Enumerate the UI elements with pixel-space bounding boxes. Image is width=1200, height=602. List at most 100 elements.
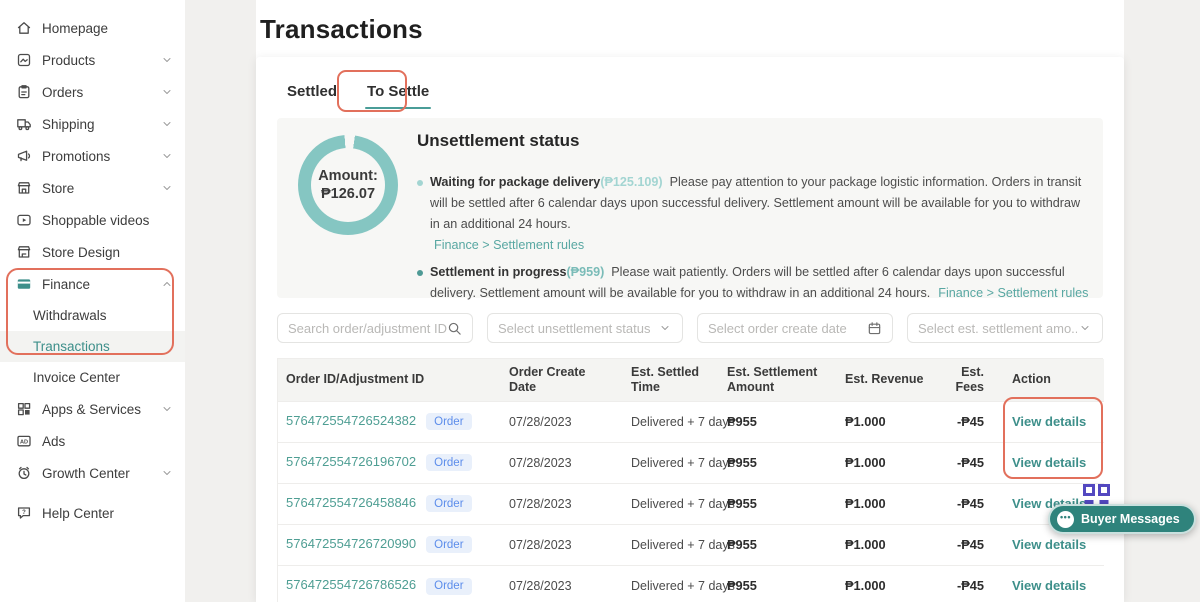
order-create-date-picker[interactable]: Select order create date bbox=[697, 313, 893, 343]
search-order-input[interactable] bbox=[277, 313, 473, 343]
sidebar-item-shoppable-videos[interactable]: Shoppable videos bbox=[0, 204, 185, 236]
status-bullet-list: Waiting for package delivery(₱125.109)Pl… bbox=[417, 172, 1089, 304]
order-id-link[interactable]: 576472554726786526 bbox=[286, 577, 416, 592]
tab-bar: Settled To Settle bbox=[287, 83, 429, 109]
chevron-down-icon bbox=[161, 86, 173, 98]
sidebar-item-label: Store Design bbox=[42, 245, 173, 260]
est-fees-cell: -₱45 bbox=[942, 524, 1004, 565]
est-revenue-cell: ₱1.000 bbox=[837, 483, 942, 524]
sidebar-item-shipping[interactable]: Shipping bbox=[0, 108, 185, 140]
sidebar-item-store[interactable]: Store bbox=[0, 172, 185, 204]
column-header-est-fees: Est. Fees bbox=[942, 359, 1004, 401]
view-details-link[interactable]: View details bbox=[1012, 578, 1086, 593]
sidebar-item-label: Apps & Services bbox=[42, 402, 161, 417]
sidebar-item-ads[interactable]: AD Ads bbox=[0, 425, 185, 457]
unsettlement-status-select[interactable]: Select unsettlement status bbox=[487, 313, 683, 343]
sidebar-item-finance[interactable]: Finance bbox=[0, 268, 185, 300]
store-design-icon bbox=[15, 244, 32, 261]
content-card: Settled To Settle Amount: ₱126.07 Unsettl… bbox=[256, 57, 1124, 602]
settlement-rules-link[interactable]: Finance > Settlement rules bbox=[938, 286, 1088, 300]
chevron-up-icon bbox=[161, 278, 173, 290]
column-header-est-settlement-amount: Est. Settlement Amount bbox=[719, 359, 837, 401]
est-fees-cell: -₱45 bbox=[942, 483, 1004, 524]
help-icon: ? bbox=[15, 505, 32, 522]
tab-to-settle[interactable]: To Settle bbox=[367, 83, 429, 109]
order-type-badge: Order bbox=[426, 454, 471, 471]
svg-text:AD: AD bbox=[19, 440, 27, 446]
finance-icon bbox=[15, 276, 32, 293]
order-create-date-cell: 07/28/2023 bbox=[501, 524, 623, 565]
est-revenue-cell: ₱1.000 bbox=[837, 401, 942, 442]
sidebar-item-label: Growth Center bbox=[42, 466, 161, 481]
store-icon bbox=[15, 180, 32, 197]
sidebar: Homepage ProductsOrdersShippingPromotions… bbox=[0, 0, 185, 602]
sidebar-item-label: Invoice Center bbox=[33, 370, 173, 385]
status-bullet-settlement-in-progress: Settlement in progress(₱959)Please wait … bbox=[417, 262, 1089, 304]
products-icon bbox=[15, 52, 32, 69]
sidebar-item-invoice-center[interactable]: Invoice Center bbox=[0, 362, 185, 393]
sidebar-item-transactions[interactable]: Transactions bbox=[0, 331, 185, 362]
apps-icon bbox=[15, 401, 32, 418]
est-settlement-amount-cell: ₱955 bbox=[719, 524, 837, 565]
bullet-title: Waiting for package delivery bbox=[430, 175, 600, 189]
bullet-amount: (₱125.109) bbox=[600, 175, 662, 189]
buyer-messages-label: Buyer Messages bbox=[1081, 512, 1180, 526]
calendar-icon bbox=[867, 321, 882, 336]
sidebar-item-orders[interactable]: Orders bbox=[0, 76, 185, 108]
sidebar-item-growth-center[interactable]: Growth Center bbox=[0, 457, 185, 489]
growth-icon bbox=[15, 465, 32, 482]
view-details-link[interactable]: View details bbox=[1012, 414, 1086, 429]
view-details-link[interactable]: View details bbox=[1012, 455, 1086, 470]
order-type-badge: Order bbox=[426, 578, 471, 595]
donut-amount-label: Amount: bbox=[318, 168, 378, 184]
sidebar-item-label: Transactions bbox=[33, 339, 173, 354]
sidebar-item-homepage[interactable]: Homepage bbox=[0, 12, 185, 44]
settlement-amount-select[interactable]: Select est. settlement amo... bbox=[907, 313, 1103, 343]
ads-icon: AD bbox=[15, 433, 32, 450]
chevron-down-icon bbox=[657, 321, 672, 336]
order-create-date-cell: 07/28/2023 bbox=[501, 565, 623, 602]
bullet-title: Settlement in progress bbox=[430, 265, 566, 279]
order-create-date-cell: 07/28/2023 bbox=[501, 401, 623, 442]
tab-settled[interactable]: Settled bbox=[287, 83, 337, 109]
orders-icon bbox=[15, 84, 32, 101]
transactions-table: Order ID/Adjustment IDOrder Create DateE… bbox=[277, 358, 1103, 602]
order-type-badge: Order bbox=[426, 495, 471, 512]
est-fees-cell: -₱45 bbox=[942, 401, 1004, 442]
status-body: Unsettlement status Waiting for package … bbox=[417, 131, 1089, 310]
bullet-dot-icon bbox=[417, 180, 423, 186]
page-title: Transactions bbox=[256, 0, 1124, 45]
donut-center-label: Amount: ₱126.07 bbox=[298, 135, 398, 235]
sidebar-item-apps-services[interactable]: Apps & Services bbox=[0, 393, 185, 425]
est-settled-time-cell: Delivered + 7 days bbox=[623, 483, 719, 524]
sidebar-item-label: Homepage bbox=[42, 21, 173, 36]
search-icon[interactable] bbox=[447, 321, 462, 336]
chat-bubble-icon: ••• bbox=[1057, 511, 1074, 528]
sidebar-item-label: Help Center bbox=[42, 506, 173, 521]
settlement-amount-select-value: Select est. settlement amo... bbox=[918, 321, 1077, 336]
order-id-link[interactable]: 576472554726458846 bbox=[286, 495, 416, 510]
column-header-action: Action bbox=[1004, 359, 1104, 401]
view-details-link[interactable]: View details bbox=[1012, 537, 1086, 552]
table-row: 576472554726196702Order07/28/2023Deliver… bbox=[278, 442, 1104, 483]
sidebar-item-promotions[interactable]: Promotions bbox=[0, 140, 185, 172]
chevron-down-icon bbox=[161, 403, 173, 415]
buyer-messages-button[interactable]: ••• Buyer Messages bbox=[1048, 504, 1196, 534]
sidebar-item-products[interactable]: Products bbox=[0, 44, 185, 76]
settlement-rules-link[interactable]: Finance > Settlement rules bbox=[434, 235, 1089, 256]
sidebar-item-withdrawals[interactable]: Withdrawals bbox=[0, 300, 185, 331]
order-create-date-cell: 07/28/2023 bbox=[501, 483, 623, 524]
order-create-date-picker-value: Select order create date bbox=[708, 321, 867, 336]
sidebar-item-help-center[interactable]: ? Help Center bbox=[0, 497, 185, 529]
sidebar-item-store-design[interactable]: Store Design bbox=[0, 236, 185, 268]
order-id-link[interactable]: 576472554726196702 bbox=[286, 454, 416, 469]
search-order-input-field[interactable] bbox=[288, 321, 447, 336]
order-id-link[interactable]: 576472554726524382 bbox=[286, 413, 416, 428]
chevron-down-icon bbox=[161, 150, 173, 162]
table-row: 576472554726786526Order07/28/2023Deliver… bbox=[278, 565, 1104, 602]
bullet-dot-icon bbox=[417, 270, 423, 276]
order-id-link[interactable]: 576472554726720990 bbox=[286, 536, 416, 551]
sidebar-item-label: Ads bbox=[42, 434, 173, 449]
order-create-date-cell: 07/28/2023 bbox=[501, 442, 623, 483]
est-revenue-cell: ₱1.000 bbox=[837, 442, 942, 483]
